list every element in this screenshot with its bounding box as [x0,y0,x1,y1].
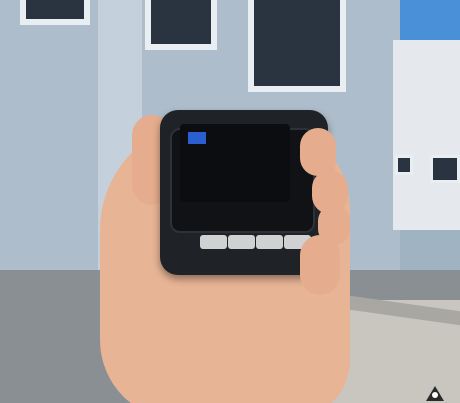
camera-screen [180,124,290,202]
screen-icon [188,132,206,144]
camera-button [256,235,283,249]
finger [300,128,336,176]
window [145,0,217,50]
camera-button [228,235,255,249]
window [430,155,460,183]
finger [300,235,340,295]
camera-button [200,235,227,249]
photo-scene [0,0,460,403]
watermark-logo-icon [426,386,444,401]
window [248,0,346,92]
window [20,0,90,25]
window [395,155,413,175]
building-right [393,40,460,230]
